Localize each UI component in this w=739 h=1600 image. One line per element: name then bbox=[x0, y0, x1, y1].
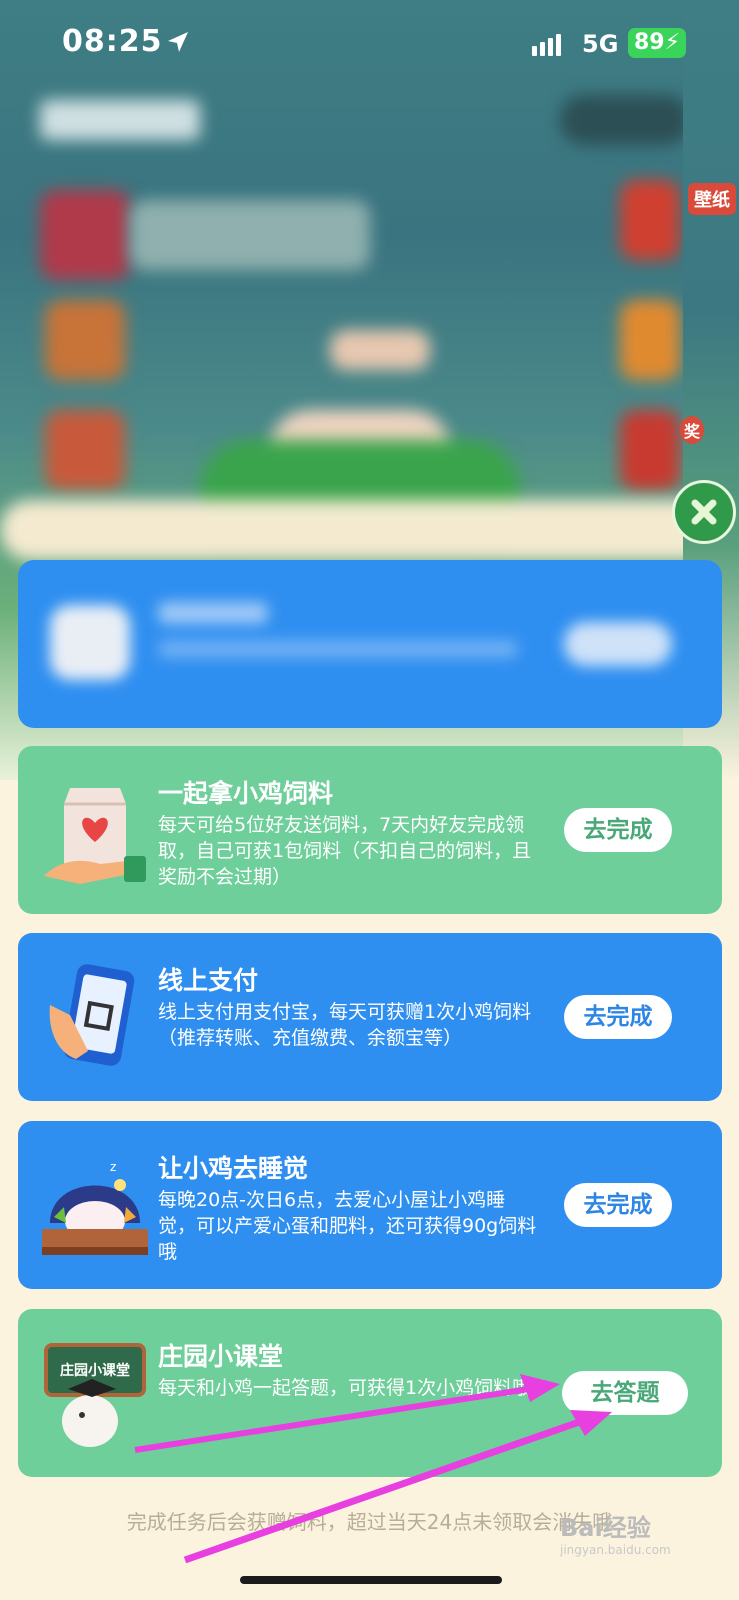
close-icon bbox=[691, 499, 717, 525]
close-button[interactable] bbox=[672, 480, 736, 544]
task-title: 让小鸡去睡觉 bbox=[158, 1154, 309, 1183]
sleeping-chick-icon: z bbox=[42, 1160, 148, 1255]
task-description: 线上支付用支付宝，每天可获赠1次小鸡饲料（推荐转账、充值缴费、余额宝等） bbox=[158, 1001, 532, 1049]
battery-indicator: 89⚡ bbox=[628, 28, 687, 58]
task-description: 每天可给5位好友送饲料，7天内好友完成领取，自己可获1包饲料（不扣自己的饲料，且… bbox=[158, 814, 532, 888]
prize-badge[interactable]: 奖 bbox=[680, 416, 705, 444]
wallpaper-badge[interactable]: 壁纸 bbox=[688, 183, 736, 215]
phone-payment-icon bbox=[49, 964, 135, 1066]
status-bar: 08:25 5G 89⚡ bbox=[0, 0, 739, 90]
task-description: 每晚20点-次日6点，去爱心小屋让小鸡睡觉，可以产爱心蛋和肥料，还可获得90g饲… bbox=[158, 1189, 537, 1263]
task-card-feed-friends: 一起拿小鸡饲料 每天可给5位好友送饲料，7天内好友完成领取，自己可获1包饲料（不… bbox=[18, 746, 722, 914]
task-title: 一起拿小鸡饲料 bbox=[158, 779, 334, 808]
location-arrow-icon bbox=[168, 32, 188, 52]
network-type: 5G bbox=[582, 30, 619, 58]
home-indicator[interactable] bbox=[240, 1576, 502, 1584]
status-time: 08:25 bbox=[62, 24, 163, 59]
task-card-chick-sleep: z 让小鸡去睡觉 每晚20点-次日6点，去爱心小屋让小鸡睡觉，可以产爱心蛋和肥料… bbox=[18, 1121, 722, 1289]
task-description: 每天和小鸡一起答题，可获得1次小鸡饲料哦 bbox=[158, 1377, 532, 1399]
watermark: Bai经验 jingyan.baidu.com bbox=[560, 1514, 671, 1557]
classroom-chick-icon: 庄园小课堂 bbox=[44, 1343, 146, 1447]
task-title: 线上支付 bbox=[158, 966, 259, 995]
go-answer-button[interactable]: 去答题 bbox=[562, 1371, 688, 1415]
go-complete-button[interactable]: 去完成 bbox=[564, 808, 672, 852]
svg-text:z: z bbox=[110, 1160, 116, 1174]
classroom-sign-text: 庄园小课堂 bbox=[60, 1362, 130, 1379]
task-card-farm-classroom: 庄园小课堂 庄园小课堂 每天和小鸡一起答题，可获得1次小鸡饲料哦 去答题 bbox=[18, 1309, 722, 1477]
blurred-task-card bbox=[18, 560, 722, 728]
feed-bag-icon bbox=[44, 788, 146, 884]
go-complete-button[interactable]: 去完成 bbox=[564, 995, 672, 1039]
go-complete-button[interactable]: 去完成 bbox=[564, 1183, 672, 1227]
task-title: 庄园小课堂 bbox=[158, 1342, 284, 1371]
signal-bars-icon bbox=[532, 34, 564, 56]
task-card-online-payment: 线上支付 线上支付用支付宝，每天可获赠1次小鸡饲料（推荐转账、充值缴费、余额宝等… bbox=[18, 933, 722, 1101]
